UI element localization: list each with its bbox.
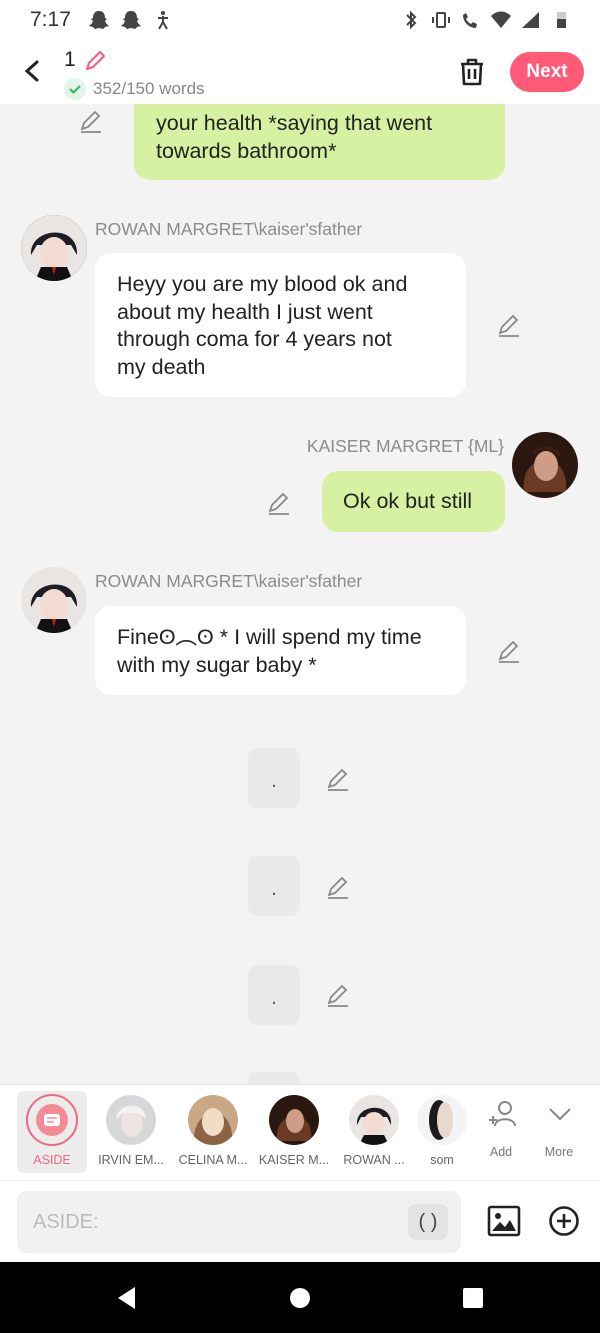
empty-message-bubble[interactable]: . xyxy=(248,965,300,1025)
more-label: More xyxy=(544,1145,574,1159)
message-bubble-right[interactable]: your health *saying that went towards ba… xyxy=(134,104,505,180)
avatar xyxy=(417,1095,467,1145)
wifi-icon xyxy=(491,11,511,28)
character-label: som xyxy=(430,1153,454,1167)
trash-icon[interactable] xyxy=(456,56,488,88)
snapchat-icon xyxy=(89,11,109,29)
status-bar: 7:17 xyxy=(0,0,600,40)
add-circle-icon[interactable] xyxy=(548,1205,580,1237)
back-arrow-icon[interactable] xyxy=(18,56,46,86)
battery-icon xyxy=(557,12,566,28)
aside-icon xyxy=(26,1094,78,1146)
sender-name: KAISER MARGRET {ML} xyxy=(306,436,504,456)
character-irvin[interactable]: IRVIN EM... xyxy=(95,1091,167,1173)
edit-message-pencil-icon[interactable] xyxy=(325,766,351,792)
character-rowan[interactable]: ROWAN ... xyxy=(336,1091,412,1173)
edit-message-pencil-icon[interactable] xyxy=(266,490,292,516)
avatar xyxy=(188,1095,238,1145)
message-bubble-right[interactable]: Ok ok but still xyxy=(322,471,505,532)
empty-message-bubble[interactable]: . xyxy=(248,856,300,916)
avatar-kaiser[interactable] xyxy=(512,432,578,498)
more-button[interactable]: More xyxy=(532,1091,586,1171)
bluetooth-icon xyxy=(406,10,417,30)
accessibility-icon xyxy=(158,11,168,30)
parenthesis-button[interactable]: ( ) xyxy=(408,1204,448,1240)
character-kaiser[interactable]: KAISER M... xyxy=(256,1091,332,1173)
input-bar: ( ) xyxy=(0,1180,600,1262)
message-text: . xyxy=(271,878,277,900)
next-button[interactable]: Next xyxy=(510,52,584,92)
add-person-icon xyxy=(489,1101,516,1127)
message-text: your health *saying that went towards ba… xyxy=(156,111,433,163)
avatar xyxy=(106,1095,156,1145)
character-label: ROWAN ... xyxy=(343,1153,405,1167)
add-character-button[interactable]: Add xyxy=(474,1091,528,1171)
character-partial[interactable]: som xyxy=(416,1091,468,1173)
check-icon xyxy=(64,78,86,100)
chevron-down-icon xyxy=(549,1108,571,1121)
edit-message-pencil-icon[interactable] xyxy=(325,982,351,1008)
character-aside[interactable]: ASIDE xyxy=(17,1091,87,1173)
avatar xyxy=(349,1095,399,1145)
character-label: KAISER M... xyxy=(258,1153,330,1167)
character-celina[interactable]: CELINA M... xyxy=(175,1091,251,1173)
message-bubble-left[interactable]: Heyy you are my blood ok and about my he… xyxy=(95,253,466,397)
message-bubble-left[interactable]: Fineʘ︵ʘ * I will spend my time with my s… xyxy=(95,606,466,695)
aside-input[interactable] xyxy=(17,1191,461,1253)
chat-area[interactable]: your health *saying that went towards ba… xyxy=(0,104,600,1084)
empty-message-bubble[interactable] xyxy=(248,1072,300,1084)
edit-title-pencil-icon[interactable] xyxy=(82,48,108,74)
character-label: IRVIN EM... xyxy=(98,1153,164,1167)
character-bar: ASIDE IRVIN EM... CELINA M... KAISER M..… xyxy=(0,1084,600,1180)
snapchat-icon xyxy=(121,11,141,29)
message-text: Fineʘ︵ʘ * I will spend my time with my s… xyxy=(117,625,422,677)
image-icon[interactable] xyxy=(486,1203,522,1239)
status-left-icons xyxy=(88,10,174,30)
nav-back-icon[interactable] xyxy=(113,1284,141,1312)
sender-name: ROWAN MARGRET\kaiser'sfather xyxy=(95,571,363,591)
nav-home-icon[interactable] xyxy=(286,1284,314,1312)
signal-icon xyxy=(522,12,539,28)
avatar-rowan[interactable] xyxy=(21,567,87,633)
avatar xyxy=(269,1095,319,1145)
draft-title[interactable]: 1 xyxy=(64,48,76,72)
avatar-rowan[interactable] xyxy=(21,215,87,281)
message-text: . xyxy=(271,770,277,792)
character-label: ASIDE xyxy=(33,1153,71,1167)
message-text: . xyxy=(271,987,277,1009)
editor-header: 1 352/150 words Next xyxy=(0,40,600,104)
nav-recents-icon[interactable] xyxy=(459,1284,487,1312)
edit-message-pencil-icon[interactable] xyxy=(325,874,351,900)
system-nav-bar xyxy=(0,1262,600,1333)
status-right-icons xyxy=(400,10,572,30)
character-label: CELINA M... xyxy=(178,1153,248,1167)
add-label: Add xyxy=(489,1145,513,1159)
edit-message-pencil-icon[interactable] xyxy=(496,312,522,338)
empty-message-bubble[interactable]: . xyxy=(248,748,300,808)
message-text: Heyy you are my blood ok and about my he… xyxy=(117,272,408,379)
vibrate-icon xyxy=(432,12,450,28)
word-count: 352/150 words xyxy=(93,79,205,98)
status-time: 7:17 xyxy=(30,8,71,31)
wifi-calling-icon xyxy=(463,13,477,28)
edit-message-pencil-icon[interactable] xyxy=(496,638,522,664)
sender-name: ROWAN MARGRET\kaiser'sfather xyxy=(95,219,363,239)
message-text: Ok ok but still xyxy=(343,489,473,513)
edit-message-pencil-icon[interactable] xyxy=(78,108,104,134)
